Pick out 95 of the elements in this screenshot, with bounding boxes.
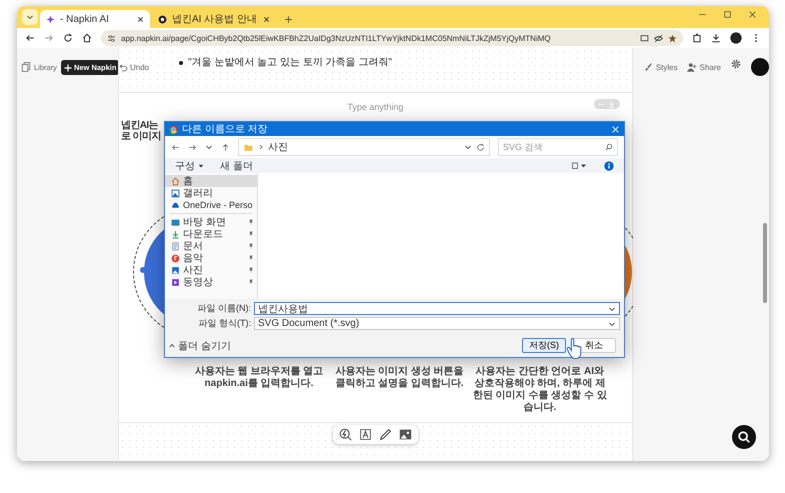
download-icon[interactable] bbox=[711, 33, 721, 43]
scrollbar-thumb[interactable] bbox=[763, 223, 767, 303]
home-icon[interactable] bbox=[82, 33, 92, 43]
caret-icon bbox=[198, 162, 204, 168]
description-text: 넵킨AI는 bbox=[121, 120, 158, 131]
image-icon[interactable] bbox=[398, 428, 412, 441]
cloud-icon bbox=[171, 200, 180, 210]
play-icon bbox=[171, 278, 180, 286]
picture-icon bbox=[171, 266, 180, 274]
caption-text: 사용자는 이미지 생성 버튼을 클릭하고 설명을 입력합니다. bbox=[334, 366, 465, 391]
node-dot bbox=[140, 267, 146, 273]
nav-item[interactable]: OneDrive - Perso bbox=[165, 199, 257, 211]
share-button[interactable]: Share bbox=[686, 62, 721, 72]
address-bar[interactable]: app.napkin.ai/page/CgoiCHByb2Qtb25lEiwKBFBhZ2UaIDg3NzUzNTI1LTYwYjktNDk1MC05NmNiLTJkZjM5YjQyMTNiMQ bbox=[101, 30, 683, 46]
forward-icon[interactable] bbox=[188, 142, 197, 152]
nav-item[interactable]: 갤러리 bbox=[165, 187, 257, 199]
bullet-icon bbox=[179, 61, 184, 65]
pin-icon bbox=[248, 255, 254, 261]
pin-icon bbox=[248, 243, 254, 249]
picture-icon bbox=[171, 188, 180, 198]
close-icon[interactable] bbox=[263, 16, 270, 22]
cast-icon[interactable] bbox=[640, 34, 649, 42]
recent-locations-icon bbox=[205, 143, 213, 151]
download-icon bbox=[171, 230, 180, 238]
pin-icon bbox=[248, 219, 254, 225]
person-plus-icon bbox=[686, 62, 697, 72]
search-icon bbox=[605, 143, 613, 151]
close-icon[interactable] bbox=[137, 16, 144, 22]
site-settings-icon bbox=[107, 34, 116, 42]
organize-menu[interactable]: 구성 bbox=[175, 158, 204, 172]
pin-icon bbox=[248, 279, 254, 285]
text-box-icon[interactable] bbox=[358, 428, 372, 441]
path-field[interactable]: 사진 bbox=[238, 138, 490, 156]
star-icon[interactable] bbox=[668, 34, 677, 42]
tab-search-button[interactable] bbox=[22, 9, 38, 25]
browser-logo-icon bbox=[169, 124, 178, 134]
hide-folders-button[interactable]: 폴더 숨기기 bbox=[169, 338, 231, 352]
nav-item[interactable]: 문서 bbox=[165, 240, 257, 252]
brush-icon bbox=[642, 62, 653, 72]
pencil-icon[interactable] bbox=[378, 428, 392, 441]
new-folder-button[interactable]: 새 폴더 bbox=[220, 158, 253, 172]
back-icon[interactable] bbox=[25, 33, 35, 43]
save-button[interactable]: 저장(S) bbox=[522, 338, 566, 353]
styles-button[interactable]: Styles bbox=[642, 62, 678, 72]
nav-item[interactable]: 홈 bbox=[165, 175, 257, 187]
field-label: 파일 형식(T): bbox=[198, 317, 251, 330]
magnifier-bolt-icon[interactable] bbox=[338, 428, 352, 441]
stack-icon bbox=[21, 62, 31, 72]
pin-icon bbox=[248, 231, 254, 237]
caret-up-icon bbox=[169, 342, 175, 348]
file-type-dropdown[interactable]: SVG Document (*.svg) bbox=[254, 317, 620, 330]
chevron-down-icon bbox=[26, 13, 34, 21]
undo-icon bbox=[119, 62, 128, 72]
placeholder-text: Type anything bbox=[347, 102, 404, 112]
refresh-icon[interactable] bbox=[476, 142, 485, 152]
reload-icon[interactable] bbox=[63, 33, 73, 43]
download-icon bbox=[608, 100, 616, 108]
folder-icon bbox=[243, 142, 254, 152]
dialog-title: 다른 이름으로 저장 bbox=[182, 123, 269, 136]
nav-item[interactable]: 사진 bbox=[165, 264, 257, 276]
monitor-icon bbox=[171, 218, 180, 226]
music-note-icon bbox=[171, 254, 180, 262]
field-label: 파일 이름(N): bbox=[196, 302, 251, 315]
caption-text: 사용자는 웹 브라우저를 열고 napkin.ai를 입력합니다. bbox=[194, 366, 324, 391]
pin-icon bbox=[248, 267, 254, 273]
nav-item[interactable]: 다운로드 bbox=[165, 228, 257, 240]
avatar[interactable] bbox=[751, 58, 769, 76]
settings-icon[interactable] bbox=[730, 58, 742, 70]
maximize-icon[interactable] bbox=[723, 10, 732, 19]
house-icon bbox=[171, 176, 180, 186]
sparkle-icon bbox=[46, 14, 55, 24]
plus-icon bbox=[64, 64, 72, 72]
browser-tab[interactable]: - Napkin AI bbox=[40, 10, 150, 28]
profile-icon[interactable] bbox=[730, 32, 742, 44]
document-icon bbox=[171, 242, 180, 250]
close-icon[interactable] bbox=[748, 10, 757, 19]
caption-text: 사용자는 간단한 언어로 AI와 상호작용해야 하며, 하루에 제한된 이미지 수를 생성할 수 있습니다. bbox=[472, 366, 608, 414]
browser-tab[interactable]: 넵킨AI 사용법 안내 bbox=[152, 10, 276, 28]
forward-icon[interactable] bbox=[44, 33, 54, 43]
plus-icon[interactable] bbox=[284, 15, 293, 24]
nav-item[interactable]: 바탕 화면 bbox=[165, 216, 257, 228]
nav-item[interactable]: 동영상 bbox=[165, 276, 257, 288]
up-icon[interactable] bbox=[221, 142, 230, 152]
search-icon bbox=[737, 430, 751, 444]
description-text: 로 이미지 bbox=[121, 131, 161, 142]
view-mode-icon[interactable] bbox=[572, 162, 588, 170]
nav-item[interactable]: 음악 bbox=[165, 252, 257, 264]
chevron-down-icon bbox=[464, 143, 472, 151]
globe-icon bbox=[158, 14, 167, 24]
eye-off-icon[interactable] bbox=[654, 34, 663, 42]
help-icon[interactable] bbox=[604, 160, 614, 170]
undo-button[interactable]: Undo bbox=[119, 60, 150, 74]
file-name-field[interactable]: 넵킨사용법 bbox=[254, 302, 620, 315]
chevron-right-icon bbox=[258, 144, 264, 150]
bullet-text: "겨울 눈밭에서 놀고 있는 토끼 가족을 그려줘" bbox=[188, 56, 392, 70]
